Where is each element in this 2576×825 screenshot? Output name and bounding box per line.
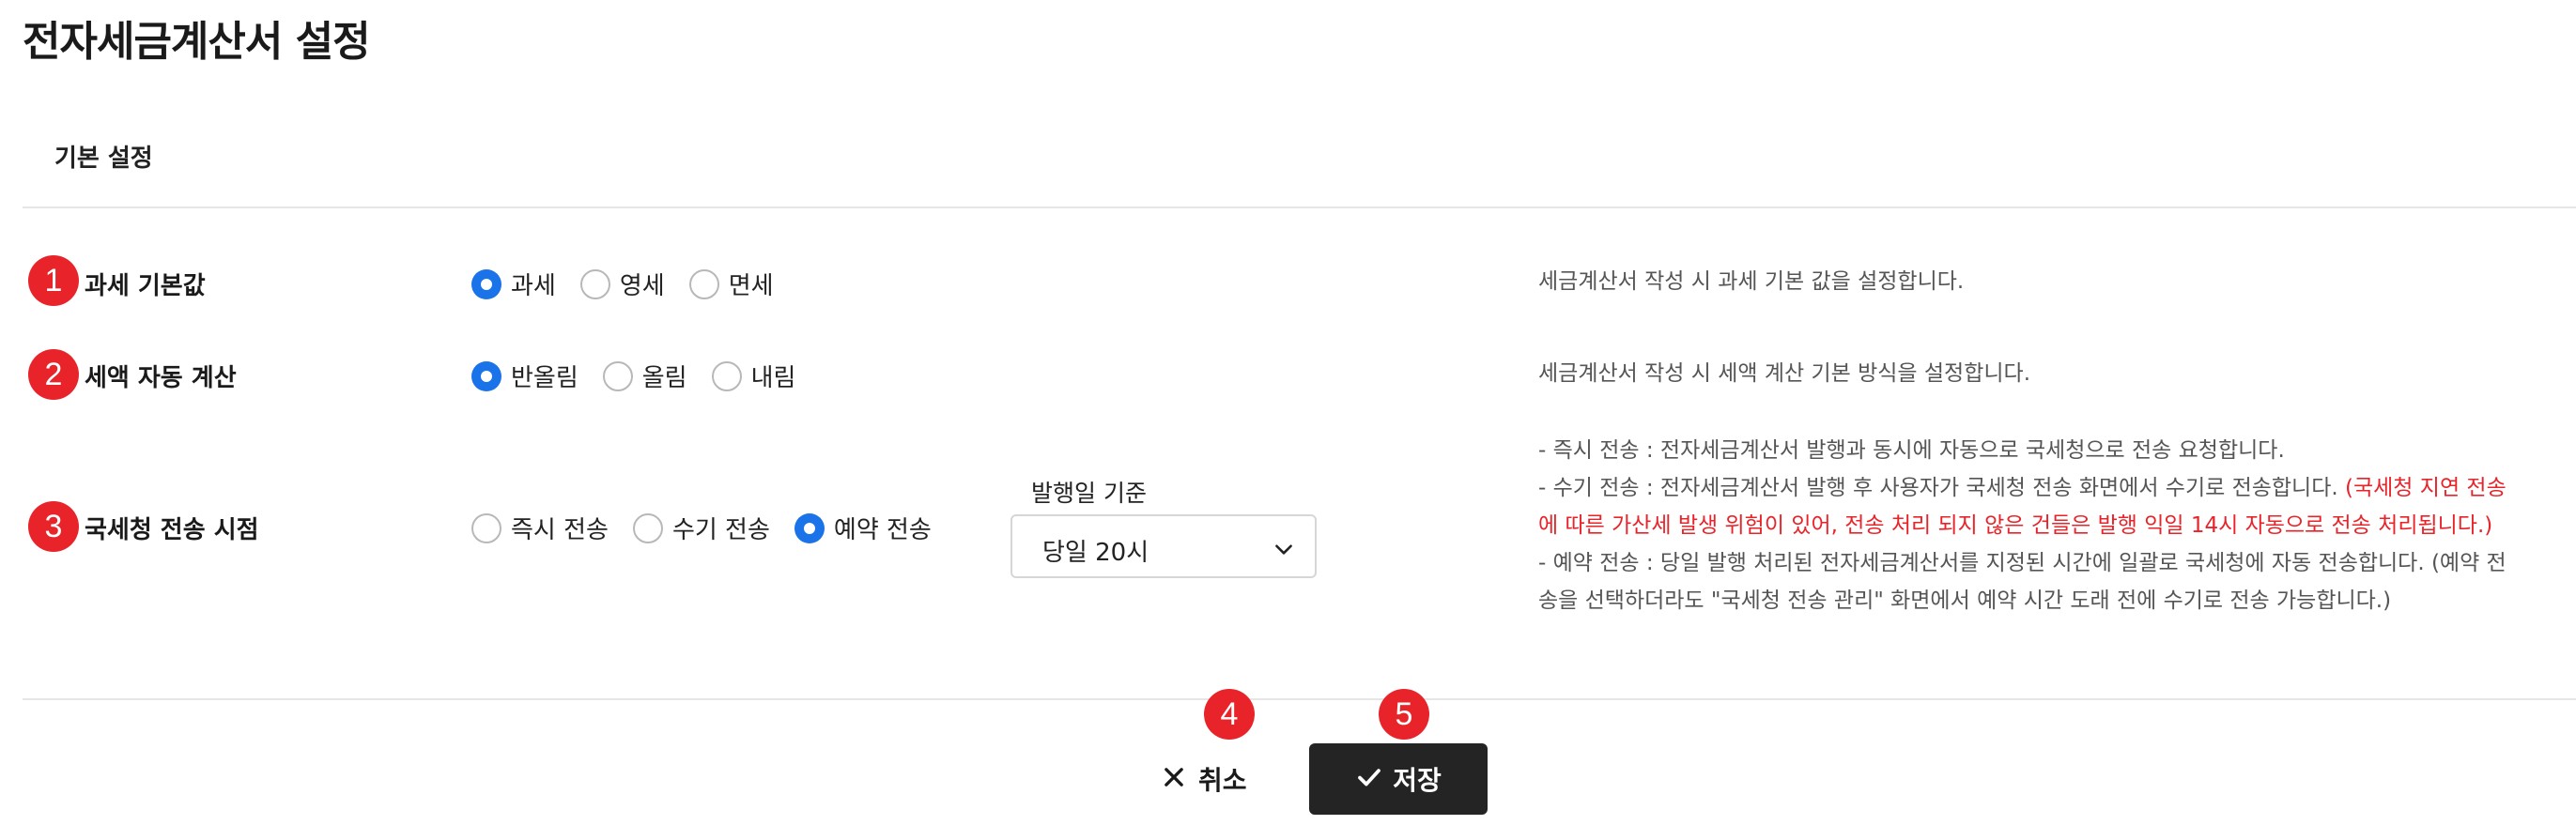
radio-label: 내림 [750, 364, 796, 392]
radio-tax-exempt[interactable]: 면세 [688, 267, 774, 301]
radio-send-scheduled[interactable]: 예약 전송 [794, 511, 932, 545]
radio-label: 즉시 전송 [511, 516, 609, 544]
radio-dot [602, 360, 633, 391]
section-divider [23, 206, 2576, 208]
desc-line-manual-text: - 수기 전송 : 전자세금계산서 발행 후 사용자가 국세청 전송 화면에서 … [1538, 476, 2346, 500]
annotation-marker-2: 2 [28, 349, 79, 400]
tax-default-description: 세금계산서 작성 시 과세 기본 값을 설정합니다. [1538, 269, 1965, 294]
annotation-marker-3: 3 [28, 501, 79, 552]
tax-default-label: 과세 기본값 [85, 272, 206, 300]
desc-warning-text-cont: 에 따른 가산세 발생 위험이 있어, 전송 처리 되지 않은 건들은 발행 익… [1538, 513, 2493, 538]
radio-dot [794, 512, 825, 543]
footer-divider [23, 698, 2576, 700]
close-icon [1161, 764, 1187, 794]
annotation-marker-5: 5 [1379, 689, 1429, 740]
radio-send-immediate[interactable]: 즉시 전송 [471, 511, 609, 545]
issue-time-value: 당일 20시 [1042, 539, 1149, 567]
tax-calc-description: 세금계산서 작성 시 세액 계산 기본 방식을 설정합니다. [1538, 361, 2031, 386]
issue-date-label: 발행일 기준 [1031, 480, 1147, 507]
radio-dot [711, 360, 742, 391]
annotation-marker-1: 1 [28, 255, 79, 306]
radio-round-down[interactable]: 내림 [711, 359, 796, 393]
desc-line-manual: - 수기 전송 : 전자세금계산서 발행 후 사용자가 국세청 전송 화면에서 … [1538, 469, 2553, 507]
cancel-button[interactable]: 취소 [1161, 756, 1247, 802]
cancel-button-label: 취소 [1198, 765, 1247, 796]
tax-default-radio-group: 과세 영세 면세 [471, 267, 798, 301]
nts-send-label: 국세청 전송 시점 [85, 516, 259, 544]
radio-zero-rated[interactable]: 영세 [579, 267, 665, 301]
desc-warning-text: (국세청 지연 전송 [2345, 476, 2507, 500]
radio-dot [471, 512, 501, 543]
radio-label: 수기 전송 [671, 516, 770, 544]
radio-label: 영세 [619, 272, 665, 300]
desc-line-immediate: - 즉시 전송 : 전자세금계산서 발행과 동시에 자동으로 국세청으로 전송 … [1538, 438, 2285, 463]
tax-calc-label: 세액 자동 계산 [85, 364, 237, 392]
radio-label: 올림 [641, 364, 687, 392]
desc-line-scheduled: - 예약 전송 : 당일 발행 처리된 전자세금계산서를 지정된 시간에 일괄로… [1538, 551, 2507, 575]
radio-dot [688, 268, 719, 299]
section-title: 기본 설정 [54, 145, 153, 173]
radio-dot [471, 268, 501, 299]
nts-send-radio-group: 즉시 전송 수기 전송 예약 전송 [471, 511, 956, 545]
tax-calc-radio-group: 반올림 올림 내림 [471, 359, 820, 393]
radio-taxable[interactable]: 과세 [471, 267, 556, 301]
radio-round[interactable]: 반올림 [471, 359, 578, 393]
radio-label: 반올림 [511, 364, 578, 392]
chevron-down-icon [1272, 537, 1296, 565]
radio-label: 예약 전송 [833, 516, 932, 544]
issue-time-select[interactable]: 당일 20시 [1010, 514, 1317, 578]
save-button-label: 저장 [1393, 765, 1442, 796]
desc-line-scheduled-cont: 송을 선택하더라도 "국세청 전송 관리" 화면에서 예약 시간 도래 전에 수… [1538, 588, 2392, 613]
radio-dot [579, 268, 610, 299]
radio-dot [471, 360, 501, 391]
radio-label: 면세 [728, 272, 774, 300]
check-icon [1355, 763, 1383, 795]
radio-send-manual[interactable]: 수기 전송 [632, 511, 770, 545]
radio-round-up[interactable]: 올림 [602, 359, 687, 393]
radio-dot [632, 512, 663, 543]
annotation-marker-4: 4 [1204, 689, 1255, 740]
radio-label: 과세 [511, 272, 556, 300]
page-title: 전자세금계산서 설정 [23, 18, 371, 66]
nts-send-description: - 즉시 전송 : 전자세금계산서 발행과 동시에 자동으로 국세청으로 전송 … [1538, 432, 2553, 619]
save-button[interactable]: 저장 [1309, 743, 1488, 815]
